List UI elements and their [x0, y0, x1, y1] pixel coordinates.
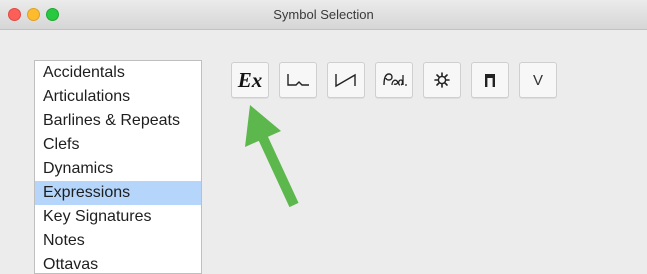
list-item-articulations[interactable]: Articulations	[35, 85, 201, 109]
bracket-icon	[485, 74, 495, 87]
title-bar: Symbol Selection	[0, 0, 647, 30]
pedal-release-tool-button[interactable]	[423, 62, 461, 98]
pedal-ped-tool-button[interactable]	[375, 62, 413, 98]
list-item-barlines-repeats[interactable]: Barlines & Repeats	[35, 109, 201, 133]
list-item-clefs[interactable]: Clefs	[35, 133, 201, 157]
list-item-expressions[interactable]: Expressions	[35, 181, 201, 205]
pedal-line-tool-button[interactable]	[327, 62, 365, 98]
pedal-line-icon	[335, 73, 356, 88]
up-bow-tool-button[interactable]: V	[519, 62, 557, 98]
list-item-dynamics[interactable]: Dynamics	[35, 157, 201, 181]
pedal-bracket-tool-button[interactable]	[279, 62, 317, 98]
up-bow-icon: V	[532, 71, 543, 89]
pedal-bracket-icon	[287, 74, 309, 86]
expression-tool-button[interactable]: Ex	[231, 62, 269, 98]
list-item-key-signatures[interactable]: Key Signatures	[35, 205, 201, 229]
list-item-ottavas[interactable]: Ottavas	[35, 253, 201, 273]
expression-text-icon: Ex	[237, 67, 263, 92]
bracket-tool-button[interactable]	[471, 62, 509, 98]
window-title: Symbol Selection	[273, 7, 374, 22]
pedal-release-icon	[434, 72, 450, 88]
category-list[interactable]: Accidentals Articulations Barlines & Rep…	[34, 60, 202, 274]
pedal-ped-icon	[383, 73, 407, 86]
list-item-accidentals[interactable]: Accidentals	[35, 61, 201, 85]
list-item-notes[interactable]: Notes	[35, 229, 201, 253]
